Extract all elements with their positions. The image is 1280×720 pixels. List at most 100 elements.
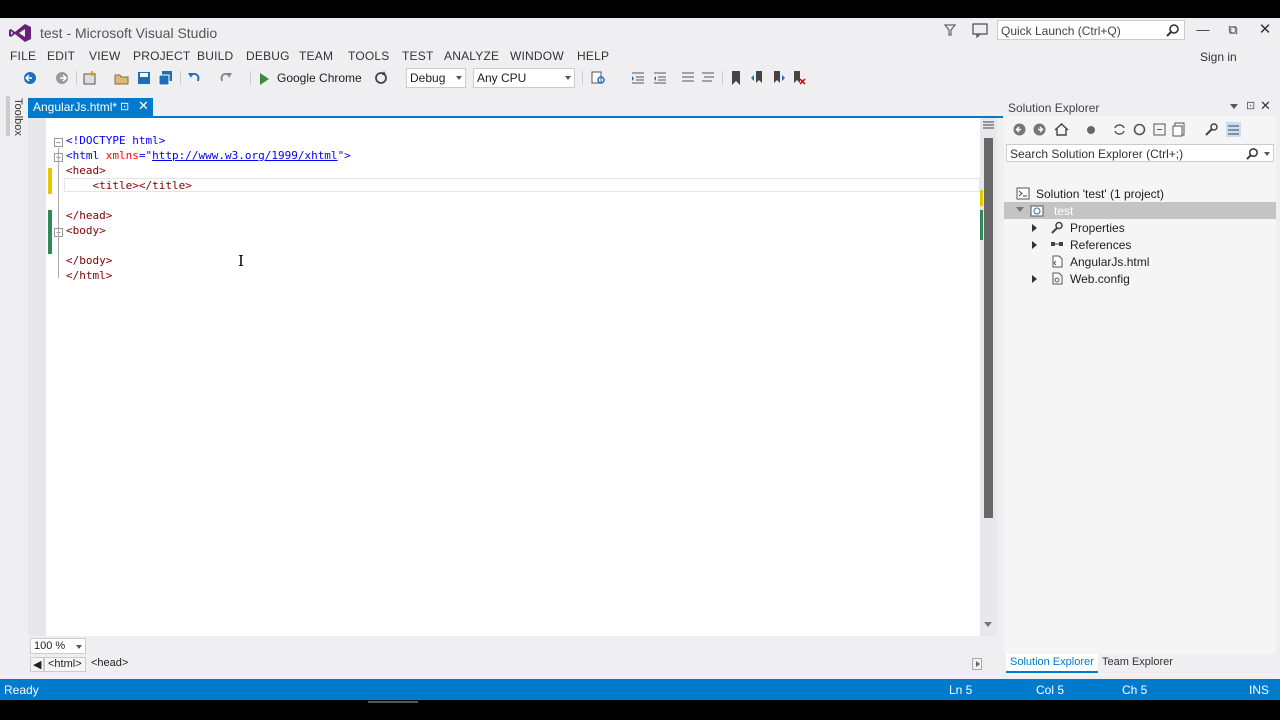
- pin-icon[interactable]: ⊡: [120, 100, 129, 113]
- collapse-all-icon[interactable]: [1152, 122, 1167, 137]
- close-window-button[interactable]: ✕: [1254, 21, 1276, 39]
- scrollbar-thumb[interactable]: [984, 138, 993, 518]
- scroll-right-icon[interactable]: [972, 658, 982, 670]
- save-icon[interactable]: [136, 70, 152, 86]
- code-line-6: </head>: [66, 209, 112, 224]
- clear-bookmarks-icon[interactable]: [790, 70, 806, 86]
- wrench-icon: [1051, 221, 1063, 234]
- previous-bookmark-icon[interactable]: [750, 70, 766, 86]
- scroll-down-icon[interactable]: [984, 622, 992, 627]
- open-file-icon[interactable]: [114, 70, 130, 86]
- outdent-icon[interactable]: [652, 70, 668, 86]
- token-body-open: <body>: [66, 224, 106, 237]
- tree-item-angularjs-html[interactable]: AngularJs.html: [1004, 253, 1276, 270]
- solution-icon: [1016, 187, 1030, 200]
- close-panel-icon[interactable]: ✕: [1260, 98, 1271, 114]
- refresh-icon[interactable]: [1132, 122, 1147, 137]
- minimize-button[interactable]: —: [1192, 21, 1214, 39]
- tree-item-project-test[interactable]: test: [1004, 202, 1276, 219]
- xmlns-url-link[interactable]: http://www.w3.org/1999/xhtml: [152, 149, 337, 162]
- chevron-down-icon: [565, 76, 571, 80]
- menu-build[interactable]: BUILD: [197, 49, 233, 63]
- tree-item-solution[interactable]: Solution 'test' (1 project): [1004, 185, 1276, 202]
- menu-view[interactable]: VIEW: [89, 49, 120, 63]
- menu-tools[interactable]: TOOLS: [348, 49, 389, 63]
- collapsed-arrow-icon[interactable]: [1032, 275, 1037, 283]
- preview-selected-items-icon[interactable]: [1226, 122, 1241, 137]
- menu-window[interactable]: WINDOW: [510, 49, 564, 63]
- current-line-highlight: [64, 178, 980, 192]
- breadcrumb-head[interactable]: <head>: [88, 657, 131, 672]
- indent-icon[interactable]: [630, 70, 646, 86]
- zoom-dropdown[interactable]: 100 %: [30, 638, 86, 654]
- search-icon[interactable]: [1166, 23, 1180, 37]
- new-project-icon[interactable]: [82, 70, 98, 86]
- find-in-files-icon[interactable]: [590, 70, 606, 86]
- split-window-icon[interactable]: [983, 120, 994, 130]
- close-tab-icon[interactable]: ✕: [138, 98, 149, 114]
- solution-explorer-search-input[interactable]: Search Solution Explorer (Ctrl+;): [1006, 144, 1274, 162]
- solution-explorer-panel: Solution Explorer ⊡ ✕ Search Solution Ex…: [1004, 98, 1276, 675]
- sync-with-document-icon[interactable]: [1112, 122, 1127, 137]
- comment-out-icon[interactable]: [680, 70, 696, 86]
- code-line-2: <html xmlns="http://www.w3.org/1999/xhtm…: [66, 149, 351, 164]
- restore-button[interactable]: ⧉: [1222, 21, 1244, 39]
- platform-value: Any CPU: [477, 71, 527, 85]
- search-options-dropdown-icon[interactable]: [1264, 152, 1270, 156]
- tab-team-explorer[interactable]: Team Explorer: [1102, 656, 1173, 668]
- navigate-back-icon[interactable]: [22, 70, 38, 86]
- redo-icon[interactable]: [218, 70, 234, 86]
- tree-item-references[interactable]: References: [1004, 236, 1276, 253]
- menu-debug[interactable]: DEBUG: [246, 49, 290, 63]
- pending-changes-filter-icon[interactable]: [1084, 122, 1099, 137]
- feedback-icon[interactable]: [972, 22, 988, 38]
- save-all-icon[interactable]: [158, 70, 174, 86]
- tab-angularjs-html[interactable]: AngularJs.html* ⊡ ✕: [28, 98, 153, 116]
- expanded-arrow-icon[interactable]: [1016, 207, 1024, 212]
- window-position-dropdown-icon[interactable]: [1230, 104, 1238, 109]
- undo-icon[interactable]: [186, 70, 202, 86]
- navigate-forward-icon[interactable]: [54, 70, 70, 86]
- menu-file[interactable]: FILE: [10, 49, 36, 63]
- show-all-files-icon[interactable]: [1172, 122, 1187, 137]
- collapsed-arrow-icon[interactable]: [1032, 224, 1037, 232]
- menu-project[interactable]: PROJECT: [133, 49, 190, 63]
- back-icon[interactable]: [1012, 122, 1027, 137]
- properties-wrench-icon[interactable]: [1204, 122, 1219, 137]
- search-icon[interactable]: [1246, 147, 1259, 160]
- configuration-dropdown[interactable]: Debug: [406, 68, 466, 88]
- sign-in-link[interactable]: Sign in: [1200, 50, 1237, 64]
- scroll-left-icon[interactable]: ◀: [30, 657, 45, 672]
- tree-label: Properties: [1070, 221, 1125, 235]
- next-bookmark-icon[interactable]: [770, 70, 786, 86]
- menu-analyze[interactable]: ANALYZE: [444, 49, 499, 63]
- bookmark-icon[interactable]: [728, 70, 744, 86]
- auto-hide-pin-icon[interactable]: ⊡: [1246, 99, 1255, 112]
- breadcrumb-html[interactable]: <html>: [44, 657, 86, 672]
- menu-help[interactable]: HELP: [577, 49, 609, 63]
- tree-item-properties[interactable]: Properties: [1004, 219, 1276, 236]
- collapsed-arrow-icon[interactable]: [1032, 241, 1037, 249]
- forward-icon[interactable]: [1032, 122, 1047, 137]
- tree-item-web-config[interactable]: Web.config: [1004, 270, 1276, 287]
- tab-solution-explorer[interactable]: Solution Explorer: [1006, 654, 1098, 673]
- collapse-html-toggle[interactable]: −: [54, 138, 63, 147]
- browser-link-refresh-icon[interactable]: [373, 70, 389, 86]
- token-html-open: <html: [66, 149, 100, 162]
- token-head-open: <head>: [66, 164, 106, 177]
- token-body-close: </body>: [66, 254, 113, 267]
- code-editor[interactable]: − − − <!DOCTYPE html> <html xmlns="http:…: [28, 118, 980, 636]
- home-icon[interactable]: [1054, 122, 1069, 137]
- toolbox-tab[interactable]: Toolbox: [6, 96, 24, 136]
- menu-test[interactable]: TEST: [402, 49, 433, 63]
- scroll-unsaved-marker: [980, 190, 983, 206]
- toolbar-separator: [180, 71, 181, 85]
- uncomment-icon[interactable]: [700, 70, 716, 86]
- platform-dropdown[interactable]: Any CPU: [473, 68, 575, 88]
- vertical-scrollbar[interactable]: [980, 118, 997, 636]
- toolbar-separator: [582, 71, 583, 85]
- menu-edit[interactable]: EDIT: [47, 49, 75, 63]
- quick-launch-input[interactable]: Quick Launch (Ctrl+Q): [997, 20, 1185, 40]
- notification-flag-icon[interactable]: [943, 23, 958, 39]
- menu-team[interactable]: TEAM: [299, 49, 333, 63]
